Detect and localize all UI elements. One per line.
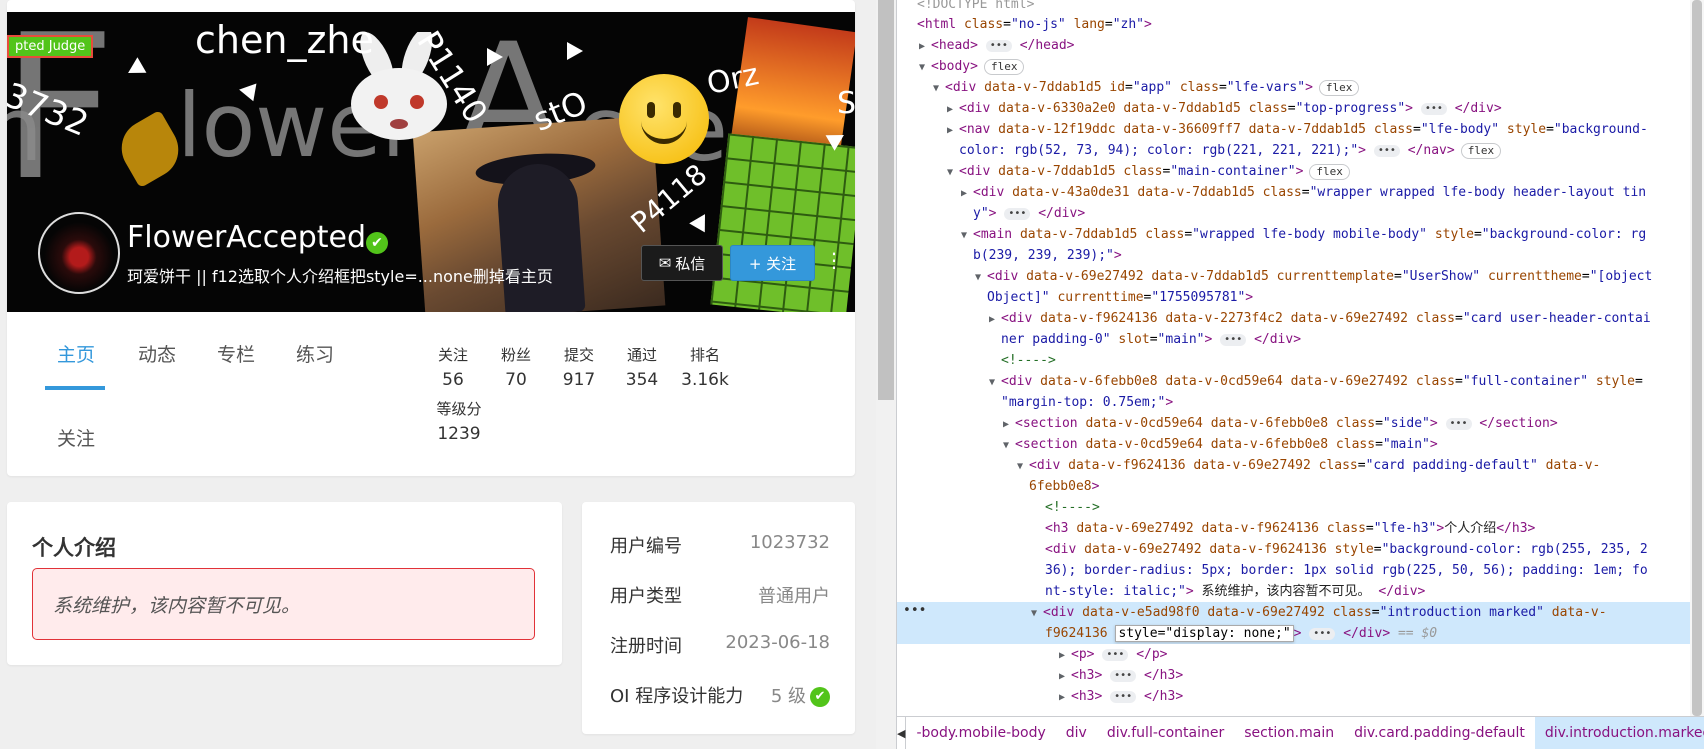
page-scrollbar-thumb[interactable] [878,0,894,400]
dom-line-top-progress[interactable]: ▶ <div data-v-6330a2e0 data-v-7ddab1d5 cl… [897,98,1697,120]
stat-submissions: 提交 917 [562,346,596,390]
stat-rating: 等级分 1239 [436,400,482,444]
maintenance-alert: 系统维护，该内容暂不可见。 [32,568,535,640]
profile-banner: F n lower A ccept chen_zhe [7,12,855,312]
private-message-label: 私信 [675,254,706,273]
stat-accepted: 通过 354 [625,346,659,390]
node-actions-icon[interactable]: ••• [903,603,926,618]
private-message-button[interactable]: ✉ 私信 [641,245,723,281]
tab-following[interactable]: 关注 [57,424,95,451]
username: FlowerAccepted [127,220,367,255]
stat-followers[interactable]: 粉丝 70 [486,344,546,390]
dom-line-nav-cont[interactable]: color: rgb(52, 73, 94); color: rgb(221, … [897,140,1697,161]
tab-column[interactable]: 专栏 [217,340,255,367]
verified-check-icon: ✔ [366,232,388,254]
devtools-scrollbar-thumb[interactable] [1692,0,1702,716]
introduction-card: 个人介绍 系统维护，该内容暂不可见。 [7,502,562,665]
user-info-card: 用户编号 1023732 用户类型 普通用户 注册时间 2023-06-18 O… [582,502,855,734]
breadcrumb-item[interactable]: section.main [1234,717,1344,749]
tab-practice[interactable]: 练习 [296,340,334,367]
dom-line-p[interactable]: ▶ <p> ••• </p> [897,644,1697,666]
breadcrumb-item[interactable]: div [1056,717,1097,749]
dom-line-wrapper[interactable]: ▶ <div data-v-43a0de31 data-v-7ddab1d5 cl… [897,182,1697,204]
user-slogan: 珂爱饼干 || f12选取个人介绍框把style=...none删掉看主页 [127,267,553,286]
dom-line-head[interactable]: ▶ <head> ••• </head> [897,35,1697,57]
dom-doctype[interactable]: <!DOCTYPE html> [897,0,1697,15]
envelope-icon: ✉ [658,254,672,272]
introduction-title: 个人介绍 [32,536,116,560]
banner-triangle [237,80,257,102]
dom-tree: <!DOCTYPE html> <html class="no-js" lang… [897,0,1697,716]
follow-button[interactable]: + 关注 [730,245,815,281]
maintenance-alert-text: 系统维护，该内容暂不可见。 [53,594,301,617]
dom-line-main[interactable]: ▼ <main data-v-7ddab1d5 class="wrapped lf… [897,224,1697,246]
more-options-icon[interactable]: ⋮ [824,248,844,272]
dom-line-introduction-selected[interactable]: ▼ <div data-v-e5ad98f0 data-v-69e27492 cl… [897,602,1697,624]
dom-line-section-side[interactable]: ▶ <section data-v-0cd59e64 data-v-6febb0e… [897,413,1697,435]
dom-line-full-container-cont[interactable]: "margin-top: 0.75em;"> [897,392,1697,413]
banner-deco-text: S [837,86,855,121]
dom-line-main-cont[interactable]: b(239, 239, 239);"> [897,245,1697,266]
dom-line-wrapper-cont[interactable]: y"> ••• </div> [897,203,1697,224]
tab-home[interactable]: 主页 [57,340,95,367]
dom-line-card-padding-cont[interactable]: 6febb0e8> [897,476,1697,497]
dom-line-usershow[interactable]: ▼ <div data-v-69e27492 data-v-7ddab1d5 cu… [897,266,1697,288]
dom-line-html[interactable]: <html class="no-js" lang="zh"> [897,14,1697,35]
dom-line-alert-div-cont2[interactable]: nt-style: italic;"> 系统维护，该内容暂不可见。 </div> [897,581,1697,602]
banner-triangle [487,48,503,66]
banner-triangle [689,209,713,233]
active-tab-indicator [45,386,105,390]
dom-line-nav[interactable]: ▶ <nav data-v-12f19ddc data-v-36609ff7 da… [897,119,1697,141]
oi-level-value: 5 级 [770,686,806,707]
dom-line-introduction-selected-cont[interactable]: f9624136 style="display: none;" > ••• </d… [897,623,1697,644]
dom-line-user-header-cont[interactable]: ner padding-0" slot="main"> ••• </div> [897,329,1697,350]
dom-line-comment[interactable]: <!----> [897,350,1697,371]
level-check-icon: ✔ [810,687,830,707]
devtools-elements-panel: <!DOCTYPE html> <html class="no-js" lang… [896,0,1704,749]
user-header-card: F n lower A ccept chen_zhe [7,0,855,476]
dom-line-alert-div[interactable]: <div data-v-69e27492 data-v-f9624136 sty… [897,539,1697,560]
dom-line-full-container[interactable]: ▼ <div data-v-6febb0e8 data-v-0cd59e64 da… [897,371,1697,393]
dom-line-h3-a[interactable]: ▶ <h3> ••• </h3> [897,665,1697,687]
accepted-judge-badge: pted Judge [7,35,94,58]
dom-line-alert-div-cont[interactable]: 36); border-radius: 5px; border: 1px sol… [897,560,1697,581]
avatar[interactable] [38,212,120,294]
banner-pixel-sticker [710,133,855,312]
dom-line-app[interactable]: ▼ <div data-v-7ddab1d5 id="app" class="lf… [897,77,1697,99]
banner-triangle [123,57,147,81]
luogu-user-page: F n lower A ccept chen_zhe [0,0,880,749]
dom-line-card-padding[interactable]: ▼ <div data-v-f9624136 data-v-69e27492 cl… [897,455,1697,477]
dom-line-comment2[interactable]: <!----> [897,497,1697,518]
profile-tabs: 主页 动态 专栏 练习 关注 [45,320,445,470]
dom-line-body[interactable]: ▼ <body> flex [897,56,1697,78]
breadcrumb-item[interactable]: div.full-container [1097,717,1234,749]
tab-activity[interactable]: 动态 [138,340,176,367]
breadcrumb-item[interactable]: -body.mobile-body [906,717,1055,749]
banner-triangle [567,42,583,60]
breadcrumb-scroll-left-icon[interactable]: ◀ [897,717,907,749]
dom-line-section-main[interactable]: ▼ <section data-v-0cd59e64 data-v-6febb0e… [897,434,1697,456]
breadcrumb-item-active[interactable]: div.introduction.marked [1534,717,1704,749]
style-attribute-editor[interactable]: style="display: none;" [1115,625,1294,642]
devtools-scrollbar-track[interactable] [1690,0,1704,716]
dom-line-h3[interactable]: <h3 data-v-69e27492 data-v-f9624136 clas… [897,518,1697,539]
banner-deco-text: chen_zhe [195,18,374,62]
breadcrumb-item[interactable]: div.card.padding-default [1344,717,1535,749]
dom-line-main-container[interactable]: ▼ <div data-v-7ddab1d5 class="main-contai… [897,161,1697,183]
dom-line-h3-b[interactable]: ▶ <h3> ••• </h3> [897,686,1697,708]
dom-line-usershow-cont[interactable]: Object]" currenttime="1755095781"> [897,287,1697,308]
stat-following[interactable]: 关注 56 [423,344,483,390]
devtools-breadcrumb: ◀ -body.mobile-body div div.full-contain… [897,716,1704,749]
stat-rank: 排名 3.16k [681,346,729,390]
banner-smiley-sticker [619,74,709,164]
dom-line-user-header[interactable]: ▶ <div data-v-f9624136 data-v-2273f4c2 da… [897,308,1697,330]
